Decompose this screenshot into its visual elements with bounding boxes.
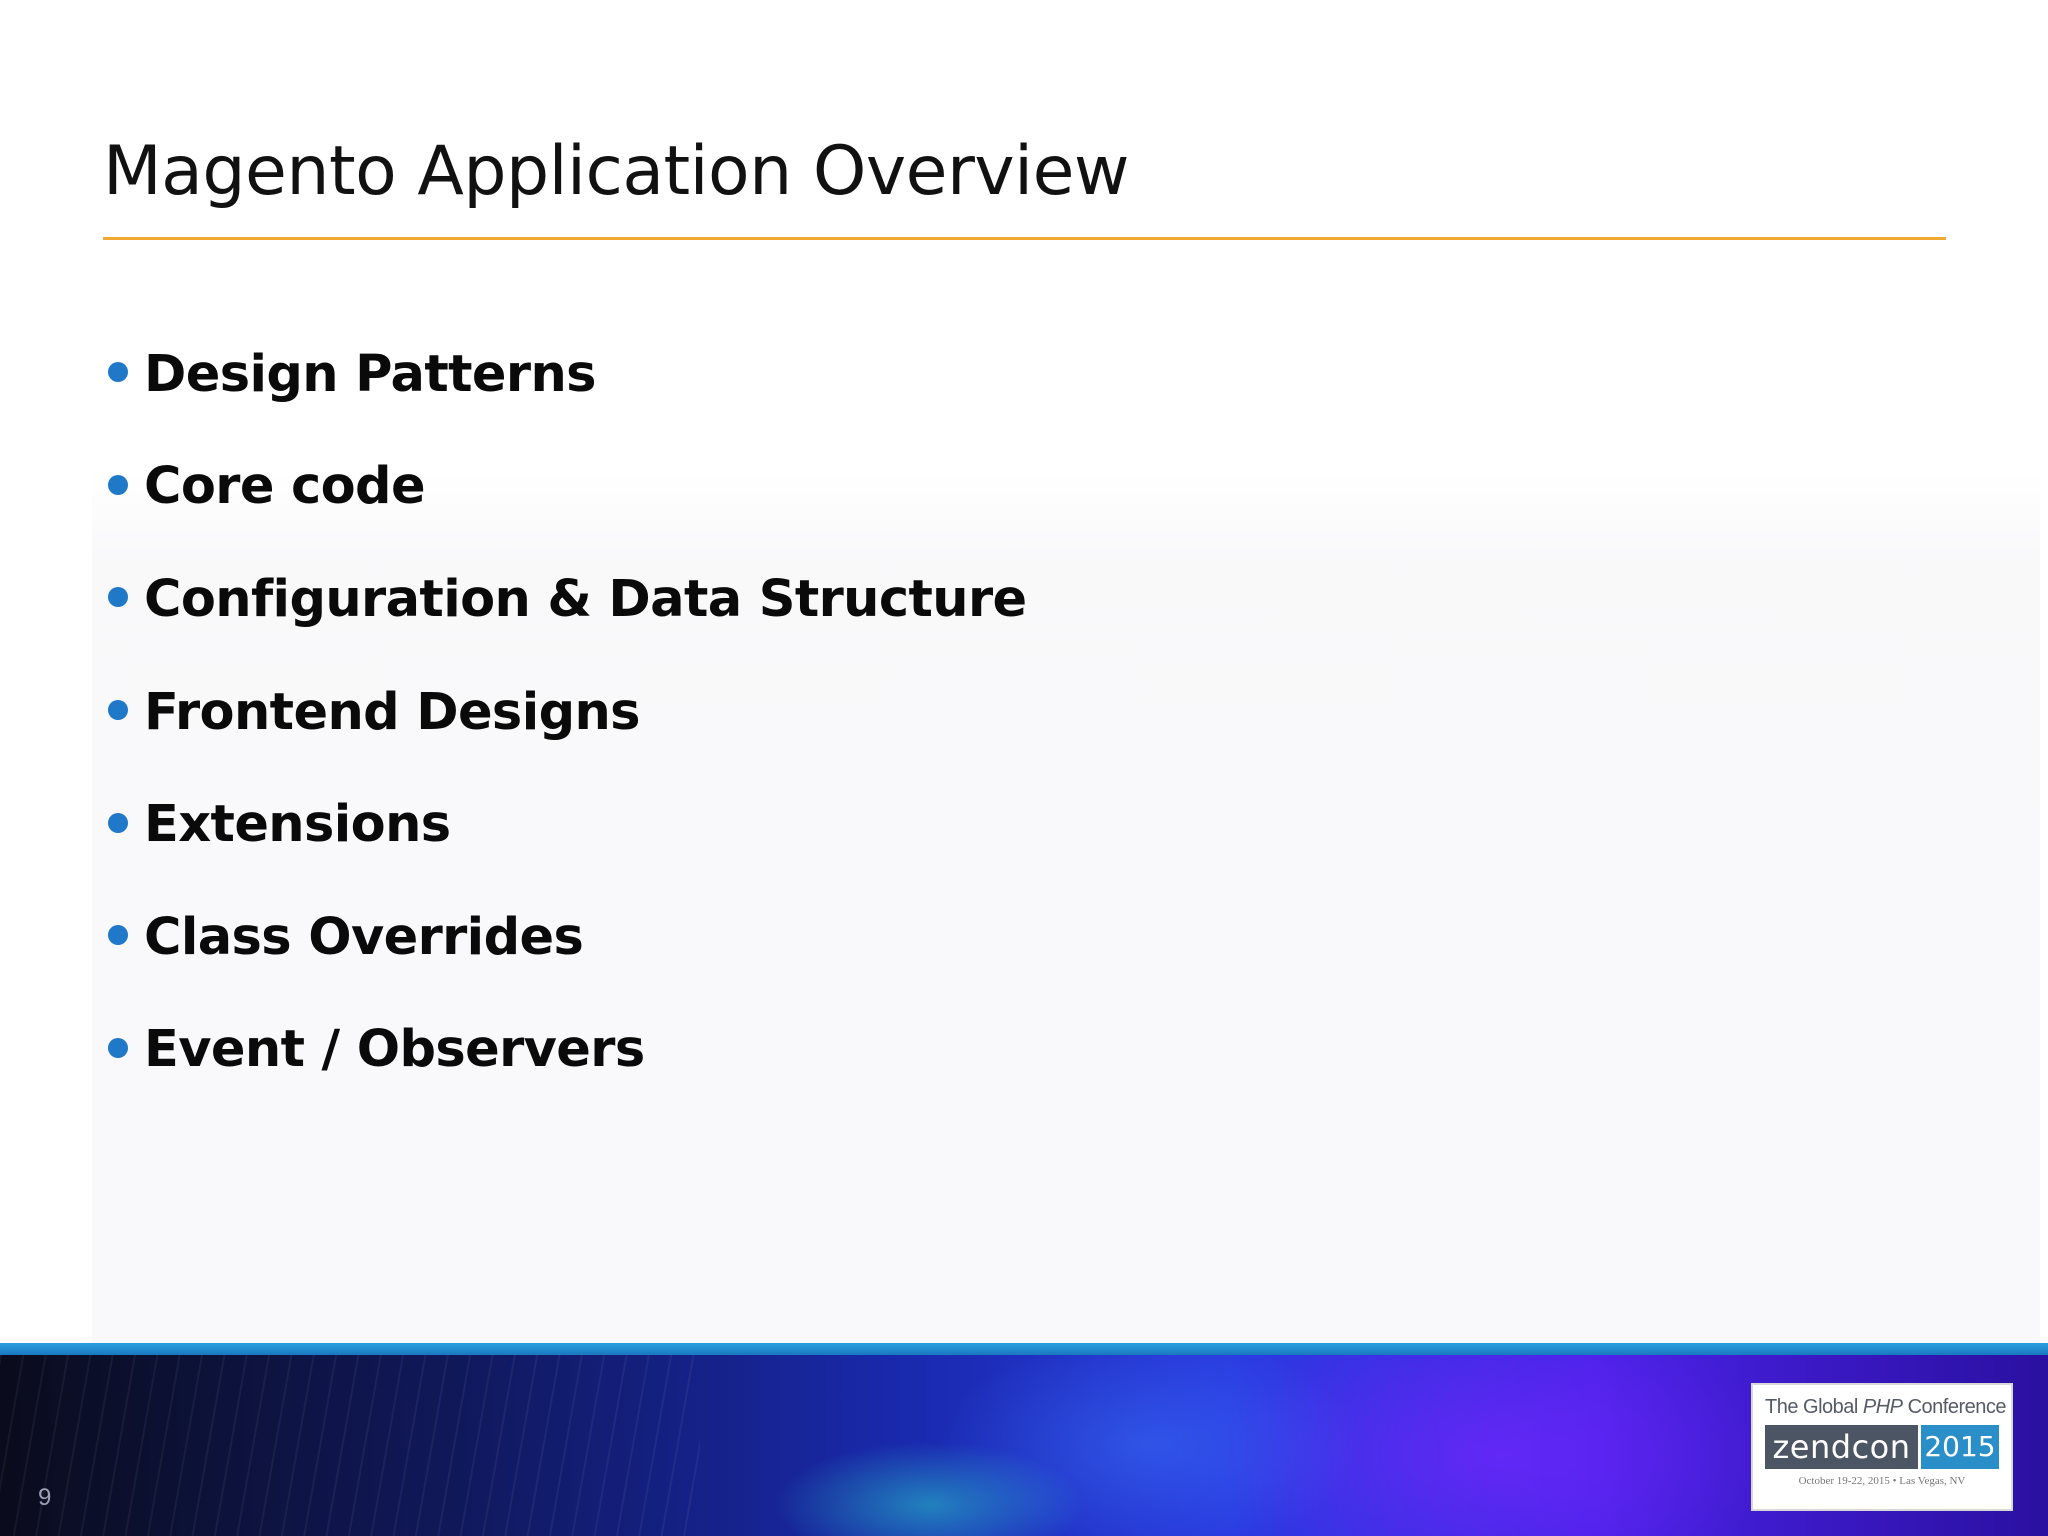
footer-banner: [0, 1355, 2048, 1536]
bullet-dot-icon: [108, 1037, 128, 1058]
bullet-list: Design Patterns Core code Configuration …: [108, 318, 1027, 1106]
bullet-text: Class Overrides: [144, 907, 584, 967]
bullet-text: Extensions: [144, 795, 451, 855]
bullet-item: Class Overrides: [108, 881, 1027, 994]
bullet-text: Design Patterns: [144, 344, 597, 404]
bullet-text: Core code: [144, 457, 426, 517]
slide: Magento Application Overview Design Patt…: [0, 0, 2048, 1536]
bullet-dot-icon: [108, 362, 128, 383]
logo-tagline: The Global PHP Conference: [1765, 1395, 2006, 1419]
title-underline: [103, 237, 1946, 240]
bullet-item: Core code: [108, 431, 1027, 544]
zendcon-logo: The Global PHP Conference zendcon 2015 O…: [1751, 1383, 2013, 1511]
logo-event-details: October 19-22, 2015 • Las Vegas, NV: [1798, 1475, 1966, 1487]
bullet-dot-icon: [108, 812, 128, 833]
logo-tagline-prefix: The Global: [1765, 1396, 1863, 1418]
bullet-item: Configuration & Data Structure: [108, 543, 1027, 656]
bullet-dot-icon: [108, 474, 128, 495]
bullet-item: Design Patterns: [108, 318, 1027, 431]
footer-light-rays: [0, 1355, 700, 1536]
bullet-dot-icon: [108, 587, 128, 608]
bullet-text: Event / Observers: [144, 1020, 645, 1080]
slide-title: Magento Application Overview: [103, 132, 1130, 211]
bullet-item: Frontend Designs: [108, 656, 1027, 769]
logo-strip: zendcon 2015: [1765, 1425, 1999, 1469]
bullet-text: Configuration & Data Structure: [144, 569, 1027, 629]
bullet-text: Frontend Designs: [144, 682, 641, 742]
footer-accent-bar: [0, 1343, 2048, 1355]
logo-year: 2015: [1921, 1425, 1999, 1469]
bullet-item: Event / Observers: [108, 994, 1027, 1107]
logo-tagline-emphasis: PHP: [1862, 1396, 1903, 1418]
bullet-dot-icon: [108, 700, 128, 721]
logo-brand: zendcon: [1765, 1425, 1918, 1469]
bullet-item: Extensions: [108, 768, 1027, 881]
bullet-dot-icon: [108, 925, 128, 946]
page-number: 9: [38, 1484, 52, 1511]
logo-tagline-suffix: Conference: [1902, 1396, 2007, 1418]
